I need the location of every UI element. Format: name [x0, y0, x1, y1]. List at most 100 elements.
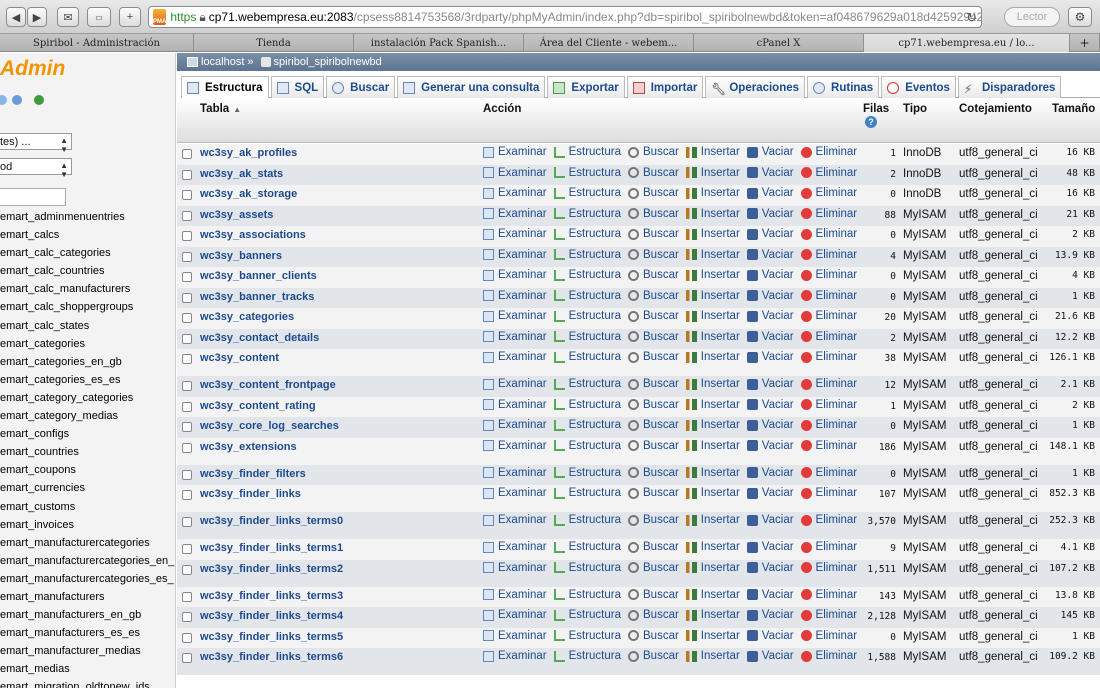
table-name-link[interactable]: wc3sy_finder_links_terms3: [200, 590, 343, 602]
tab-disparadores[interactable]: ⚡︎ Disparadores: [957, 76, 1062, 98]
tab-estructura[interactable]: Estructura: [181, 76, 269, 98]
examinar-action[interactable]: Examinar: [483, 208, 547, 220]
examinar-action[interactable]: Examinar: [483, 650, 547, 662]
table-name-link[interactable]: wc3sy_categories: [200, 311, 294, 323]
vaciar-action[interactable]: Vaciar: [746, 562, 794, 574]
examinar-action[interactable]: Examinar: [483, 378, 547, 390]
estructura-action[interactable]: Estructura: [553, 541, 621, 553]
vaciar-action[interactable]: Vaciar: [746, 399, 794, 411]
insertar-action[interactable]: Insertar: [685, 290, 740, 302]
reader-button[interactable]: Lector: [1004, 7, 1060, 27]
examinar-action[interactable]: Examinar: [483, 269, 547, 281]
server-select[interactable]: tes) ... ▲ ▼: [0, 133, 72, 154]
table-name-link[interactable]: wc3sy_extensions: [200, 441, 297, 453]
insertar-action[interactable]: Insertar: [685, 630, 740, 642]
examinar-action[interactable]: Examinar: [483, 167, 547, 179]
insertar-action[interactable]: Insertar: [685, 310, 740, 322]
table-name-link[interactable]: wc3sy_ak_stats: [200, 168, 283, 180]
vaciar-action[interactable]: Vaciar: [746, 467, 794, 479]
table-name-link[interactable]: wc3sy_banner_clients: [200, 270, 317, 282]
estructura-action[interactable]: Estructura: [553, 650, 621, 662]
table-name-link[interactable]: wc3sy_banner_tracks: [200, 291, 314, 303]
buscar-action[interactable]: Buscar: [628, 249, 679, 261]
insertar-action[interactable]: Insertar: [685, 378, 740, 390]
insertar-action[interactable]: Insertar: [685, 514, 740, 526]
vaciar-action[interactable]: Vaciar: [746, 269, 794, 281]
browser-tab[interactable]: Área del Cliente - webem...: [524, 34, 694, 52]
row-checkbox[interactable]: [182, 272, 192, 282]
table-name-link[interactable]: wc3sy_content: [200, 352, 279, 364]
vaciar-action[interactable]: Vaciar: [746, 187, 794, 199]
buscar-action[interactable]: Buscar: [628, 609, 679, 621]
examinar-action[interactable]: Examinar: [483, 589, 547, 601]
vaciar-action[interactable]: Vaciar: [746, 514, 794, 526]
buscar-action[interactable]: Buscar: [628, 630, 679, 642]
back-button[interactable]: ◀: [6, 7, 26, 27]
bookmarks-button[interactable]: ▭: [87, 7, 111, 27]
row-checkbox[interactable]: [182, 564, 192, 575]
examinar-action[interactable]: Examinar: [483, 351, 547, 363]
insertar-action[interactable]: Insertar: [685, 650, 740, 662]
tab-rutinas[interactable]: Rutinas: [807, 76, 880, 98]
nav-table-item[interactable]: emart_customs: [0, 498, 175, 516]
nav-table-item[interactable]: emart_medias: [0, 660, 175, 678]
estructura-action[interactable]: Estructura: [553, 609, 621, 621]
insertar-action[interactable]: Insertar: [685, 249, 740, 261]
table-name-link[interactable]: wc3sy_banners: [200, 250, 282, 262]
insertar-action[interactable]: Insertar: [685, 589, 740, 601]
vaciar-action[interactable]: Vaciar: [746, 310, 794, 322]
tab-sql[interactable]: SQL: [270, 76, 325, 98]
buscar-action[interactable]: Buscar: [628, 467, 679, 479]
table-name-link[interactable]: wc3sy_finder_links_terms5: [200, 631, 343, 643]
buscar-action[interactable]: Buscar: [628, 269, 679, 281]
examinar-action[interactable]: Examinar: [483, 249, 547, 261]
new-tab-button[interactable]: +: [119, 7, 141, 27]
logout-icon[interactable]: [12, 95, 22, 105]
estructura-action[interactable]: Estructura: [553, 228, 621, 240]
vaciar-action[interactable]: Vaciar: [746, 351, 794, 363]
estructura-action[interactable]: Estructura: [553, 440, 621, 452]
insertar-action[interactable]: Insertar: [685, 228, 740, 240]
estructura-action[interactable]: Estructura: [553, 290, 621, 302]
nav-table-item[interactable]: emart_migration_oldtonew_ids: [0, 678, 175, 688]
estructura-action[interactable]: Estructura: [553, 378, 621, 390]
nav-table-item[interactable]: emart_manufacturercategories_es_: [0, 570, 175, 588]
estructura-action[interactable]: Estructura: [553, 487, 621, 499]
col-filas[interactable]: Filas: [863, 103, 889, 115]
buscar-action[interactable]: Buscar: [628, 562, 679, 574]
nav-table-item[interactable]: emart_calc_states: [0, 317, 175, 335]
examinar-action[interactable]: Examinar: [483, 562, 547, 574]
nav-table-item[interactable]: emart_adminmenuentries: [0, 208, 175, 226]
nav-table-item[interactable]: emart_currencies: [0, 479, 175, 497]
col-tabla[interactable]: Tabla ▲: [200, 103, 241, 115]
examinar-action[interactable]: Examinar: [483, 419, 547, 431]
breadcrumb-database[interactable]: spiribol_spiribolnewbd: [274, 56, 382, 68]
buscar-action[interactable]: Buscar: [628, 167, 679, 179]
buscar-action[interactable]: Buscar: [628, 440, 679, 452]
estructura-action[interactable]: Estructura: [553, 167, 621, 179]
estructura-action[interactable]: Estructura: [553, 249, 621, 261]
buscar-action[interactable]: Buscar: [628, 514, 679, 526]
estructura-action[interactable]: Estructura: [553, 331, 621, 343]
row-checkbox[interactable]: [182, 381, 192, 391]
tab-importar[interactable]: Importar: [626, 76, 704, 98]
nav-table-item[interactable]: emart_manufacturercategories: [0, 534, 175, 552]
nav-table-item[interactable]: emart_manufacturers: [0, 588, 175, 606]
row-checkbox[interactable]: [182, 231, 192, 241]
table-name-link[interactable]: wc3sy_content_rating: [200, 400, 316, 412]
examinar-action[interactable]: Examinar: [483, 630, 547, 642]
table-name-link[interactable]: wc3sy_finder_links_terms1: [200, 542, 343, 554]
row-checkbox[interactable]: [182, 354, 192, 364]
settings-button[interactable]: ⚙: [1068, 7, 1092, 27]
examinar-action[interactable]: Examinar: [483, 331, 547, 343]
estructura-action[interactable]: Estructura: [553, 146, 621, 158]
browser-tab[interactable]: Spiribol - Administración: [0, 34, 194, 52]
browser-tab[interactable]: Tienda: [194, 34, 354, 52]
row-checkbox[interactable]: [182, 653, 192, 663]
forward-button[interactable]: ▶: [27, 7, 47, 27]
nav-table-item[interactable]: emart_manufacturercategories_en_: [0, 552, 175, 570]
nav-table-item[interactable]: emart_categories: [0, 335, 175, 353]
buscar-action[interactable]: Buscar: [628, 589, 679, 601]
estructura-action[interactable]: Estructura: [553, 269, 621, 281]
examinar-action[interactable]: Examinar: [483, 187, 547, 199]
